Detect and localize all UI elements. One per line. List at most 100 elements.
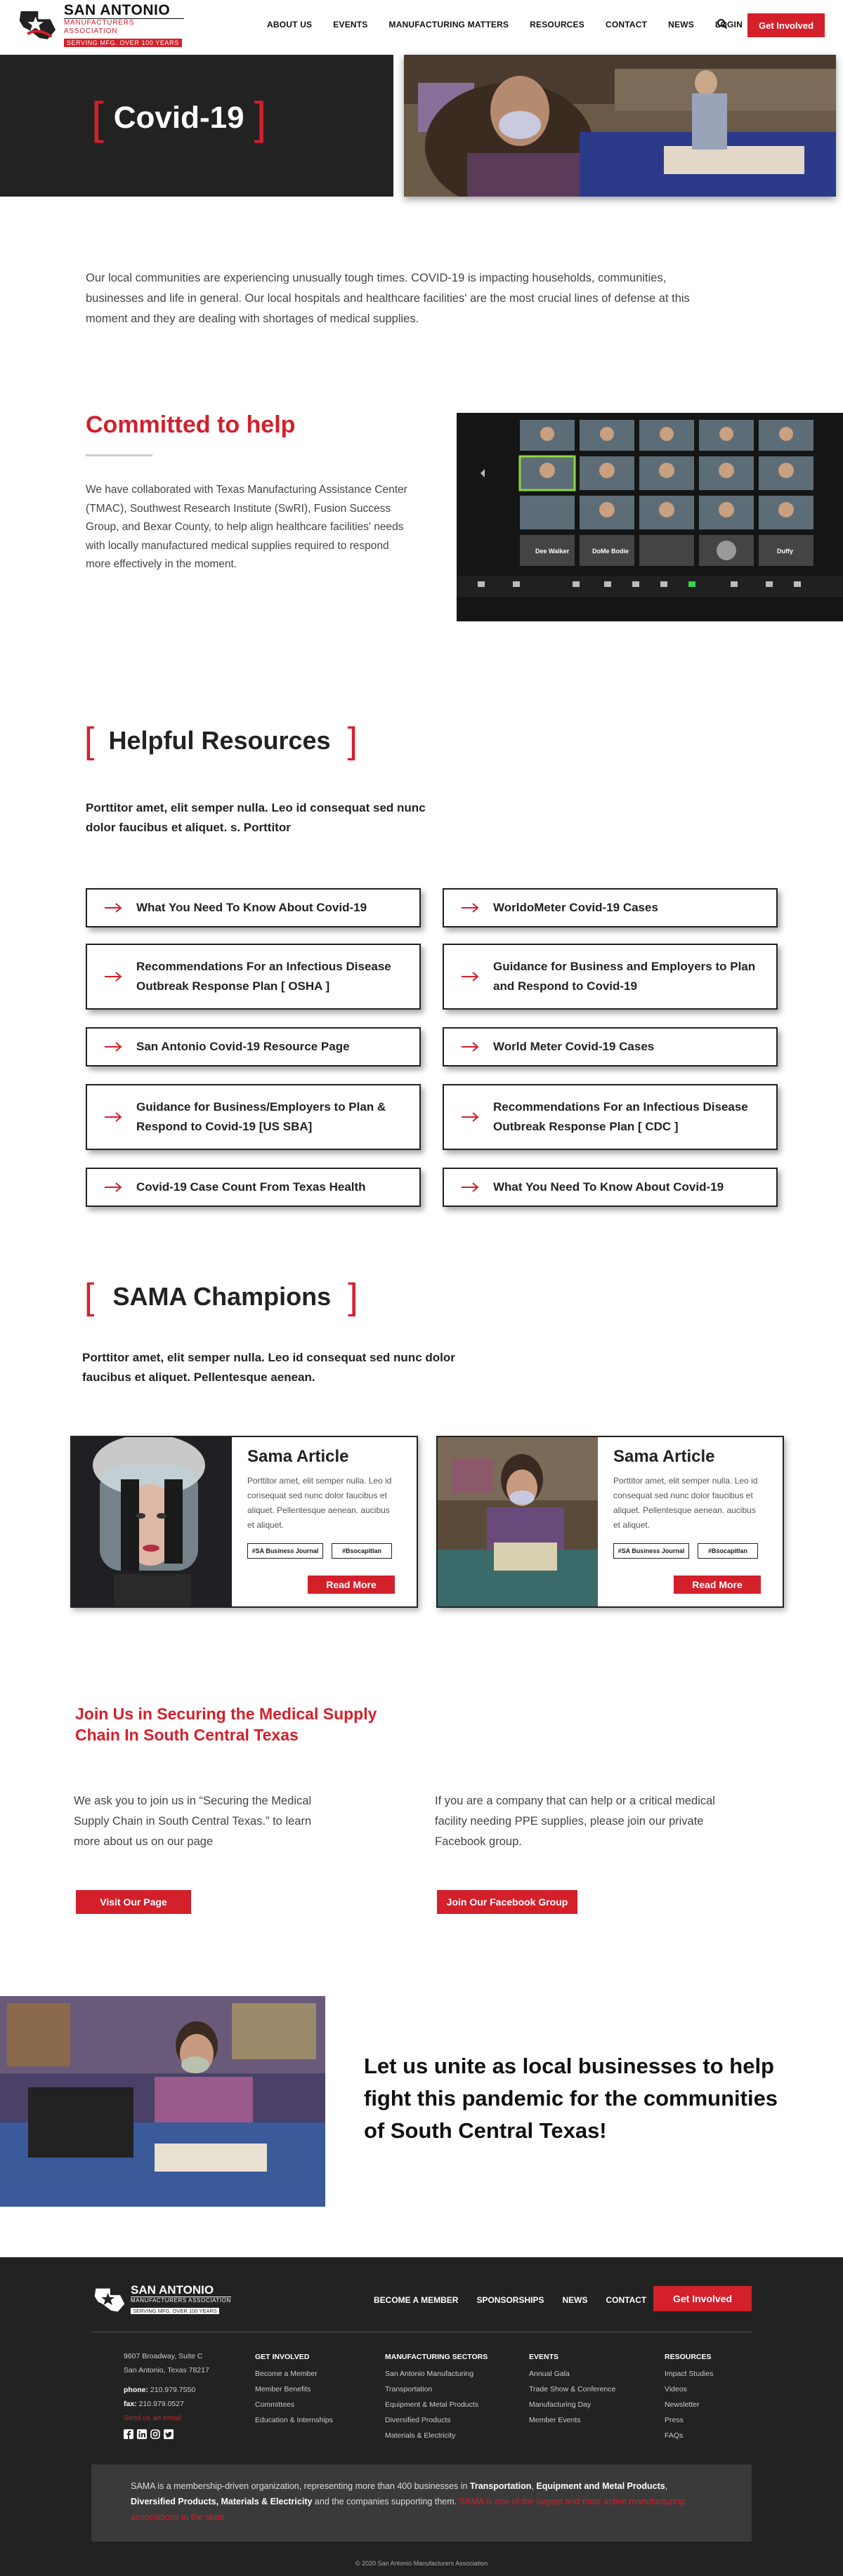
main-nav: About Us Events Manufacturing Matters Re… [267,20,743,29]
copyright: © 2020 San Antonio Manufacturers Associa… [355,2560,488,2567]
article-tag[interactable]: #Bsocapitlan [698,1543,758,1559]
article-tag[interactable]: #Bsocapitlan [332,1543,392,1559]
champions-heading: [ SAMA Champions ] [84,1279,358,1315]
footer-link[interactable]: Become a Member [255,2366,333,2382]
footer-nav-become-member[interactable]: Become a Member [374,2295,458,2305]
footer-link[interactable]: Impact Studies [665,2366,713,2382]
read-more-button[interactable]: Read More [674,1576,761,1594]
zoom-name-label: DoMe Bodie [592,548,629,555]
resource-link[interactable]: Recommendations For an Infectious Diseas… [443,1084,778,1150]
resource-link[interactable]: Guidance for Business and Employers to P… [443,944,778,1010]
nav-manufacturing-matters[interactable]: Manufacturing Matters [389,20,509,29]
nav-resources[interactable]: Resources [530,20,584,29]
footer-link[interactable]: FAQs [665,2428,713,2443]
site-logo[interactable]: SAN ANTONIO MANUFACTURERS ASSOCIATION SE… [15,1,184,47]
zoom-name-label: Dee Walker [535,548,570,555]
twitter-icon[interactable] [164,2429,174,2439]
phone-label: phone: [124,2386,148,2394]
about-text: SAMA is a membership-driven organization… [131,2481,470,2491]
join-facebook-group-button[interactable]: Join Our Facebook Group [437,1890,577,1914]
footer-logo[interactable]: SAN ANTONIO MANUFACTURERS ASSOCIATION SE… [91,2284,231,2316]
about-sama-box: SAMA is a membership-driven organization… [91,2464,752,2542]
footer-link[interactable]: San Antonio Manufacturing [385,2366,488,2382]
email-link[interactable]: Send us an email [124,2411,209,2425]
page-title-text: Covid-19 [113,100,244,135]
logo-subtitle: MANUFACTURERS ASSOCIATION [63,18,184,36]
footer-link[interactable]: Transportation [385,2382,488,2397]
footer-link[interactable]: Education & Internships [255,2412,333,2428]
footer-link[interactable]: Diversified Products [385,2412,488,2428]
article-photo [438,1437,598,1606]
nav-events[interactable]: Events [333,20,367,29]
search-icon[interactable] [717,18,728,29]
footer-link[interactable]: Manufacturing Day [529,2397,615,2412]
article-tag[interactable]: #SA Business Journal [613,1543,689,1559]
article-photo [72,1437,232,1606]
resource-link[interactable]: What You Need To Know About Covid-19 [443,1168,778,1207]
nav-contact[interactable]: Contact [606,20,647,29]
arrow-right-icon [105,1112,122,1122]
helpful-resources-heading: [ Helpful Resources ] [84,722,358,759]
champions-title: SAMA Champions [112,1282,332,1311]
nav-about-us[interactable]: About Us [267,20,312,29]
footer-nav-contact[interactable]: Contact [606,2295,646,2305]
logo-tagline: SERVING MFG. OVER 100 YEARS [63,38,182,47]
resource-link[interactable]: Guidance for Business/Employers to Plan … [86,1084,421,1150]
phone-number[interactable]: 210.979.7550 [150,2386,195,2394]
read-more-button[interactable]: Read More [308,1576,395,1594]
footer-link[interactable]: Trade Show & Conference [529,2382,615,2397]
instagram-icon[interactable] [150,2429,160,2439]
committed-heading: Committed to help [86,411,296,438]
logo-subtitle: MANUFACTURERS ASSOCIATION [131,2297,231,2304]
resource-link[interactable]: World Meter Covid-19 Cases [443,1027,778,1066]
resource-link[interactable]: What You Need To Know About Covid-19 [86,888,421,927]
facebook-icon[interactable] [124,2429,133,2439]
footer-nav-sponsorships[interactable]: Sponsorships [476,2295,544,2305]
footer-link[interactable]: Member Benefits [255,2382,333,2397]
bracket-close: ] [254,93,267,143]
footer-link[interactable]: Committees [255,2397,333,2412]
linkedin-icon[interactable] [137,2429,147,2439]
hero-banner: [ Covid-19 ] [0,55,393,197]
resource-link[interactable]: WorldoMeter Covid-19 Cases [443,888,778,927]
footer-column-heading: Resources [665,2353,712,2361]
footer-get-involved-button[interactable]: Get Involved [653,2286,752,2311]
footer-link[interactable]: Annual Gala [529,2366,615,2382]
footer-link[interactable]: Member Events [529,2412,615,2428]
footer-column-manufacturing-sectors: Manufacturing Sectors San Antonio Manufa… [385,2349,488,2443]
site-footer: SAN ANTONIO MANUFACTURERS ASSOCIATION SE… [0,2257,843,2576]
nav-news[interactable]: News [668,20,694,29]
social-icons [124,2429,209,2439]
fax-number: 210.979.0527 [138,2400,184,2408]
page-title: [ Covid-19 ] [91,93,267,143]
sector-highlight: Transportation [469,2481,532,2491]
sewing-photo [0,1996,325,2207]
footer-link[interactable]: Materials & Electricity [385,2428,488,2443]
arrow-right-icon [105,903,122,913]
footer-nav-news[interactable]: News [562,2295,587,2305]
article-card: Sama Article Porttitor amet, elit semper… [436,1436,784,1608]
article-tag[interactable]: #SA Business Journal [247,1543,323,1559]
resource-link[interactable]: San Antonio Covid-19 Resource Page [86,1027,421,1066]
about-text: , [665,2481,668,2491]
resource-link[interactable]: Recommendations For an Infectious Diseas… [86,944,421,1010]
get-involved-button[interactable]: Get Involved [747,13,825,37]
footer-link[interactable]: Press [665,2412,713,2428]
logo-tagline: SERVING MFG. OVER 100 YEARS [131,2308,219,2314]
footer-column-events: Events Annual Gala Trade Show & Conferen… [529,2349,615,2428]
arrow-right-icon [105,1182,122,1192]
footer-link[interactable]: Equipment & Metal Products [385,2397,488,2412]
site-header: SAN ANTONIO MANUFACTURERS ASSOCIATION SE… [0,0,843,55]
fax-label: fax: [124,2400,137,2408]
logo-title: SAN ANTONIO [63,1,171,18]
visit-our-page-button[interactable]: Visit Our Page [76,1890,191,1914]
footer-link[interactable]: Newsletter [665,2397,713,2412]
resource-link-label: San Antonio Covid-19 Resource Page [136,1040,350,1053]
resource-link-label: What You Need To Know About Covid-19 [493,1180,724,1194]
footer-link[interactable]: Videos [665,2382,713,2397]
arrow-right-icon [462,1112,479,1122]
helpful-resources-title: Helpful Resources [108,726,331,755]
resource-link[interactable]: Covid-19 Case Count From Texas Health [86,1168,421,1207]
helpful-resources-lead: Porttitor amet, elit semper nulla. Leo i… [86,801,426,834]
texas-star-logo-icon [94,2288,125,2312]
